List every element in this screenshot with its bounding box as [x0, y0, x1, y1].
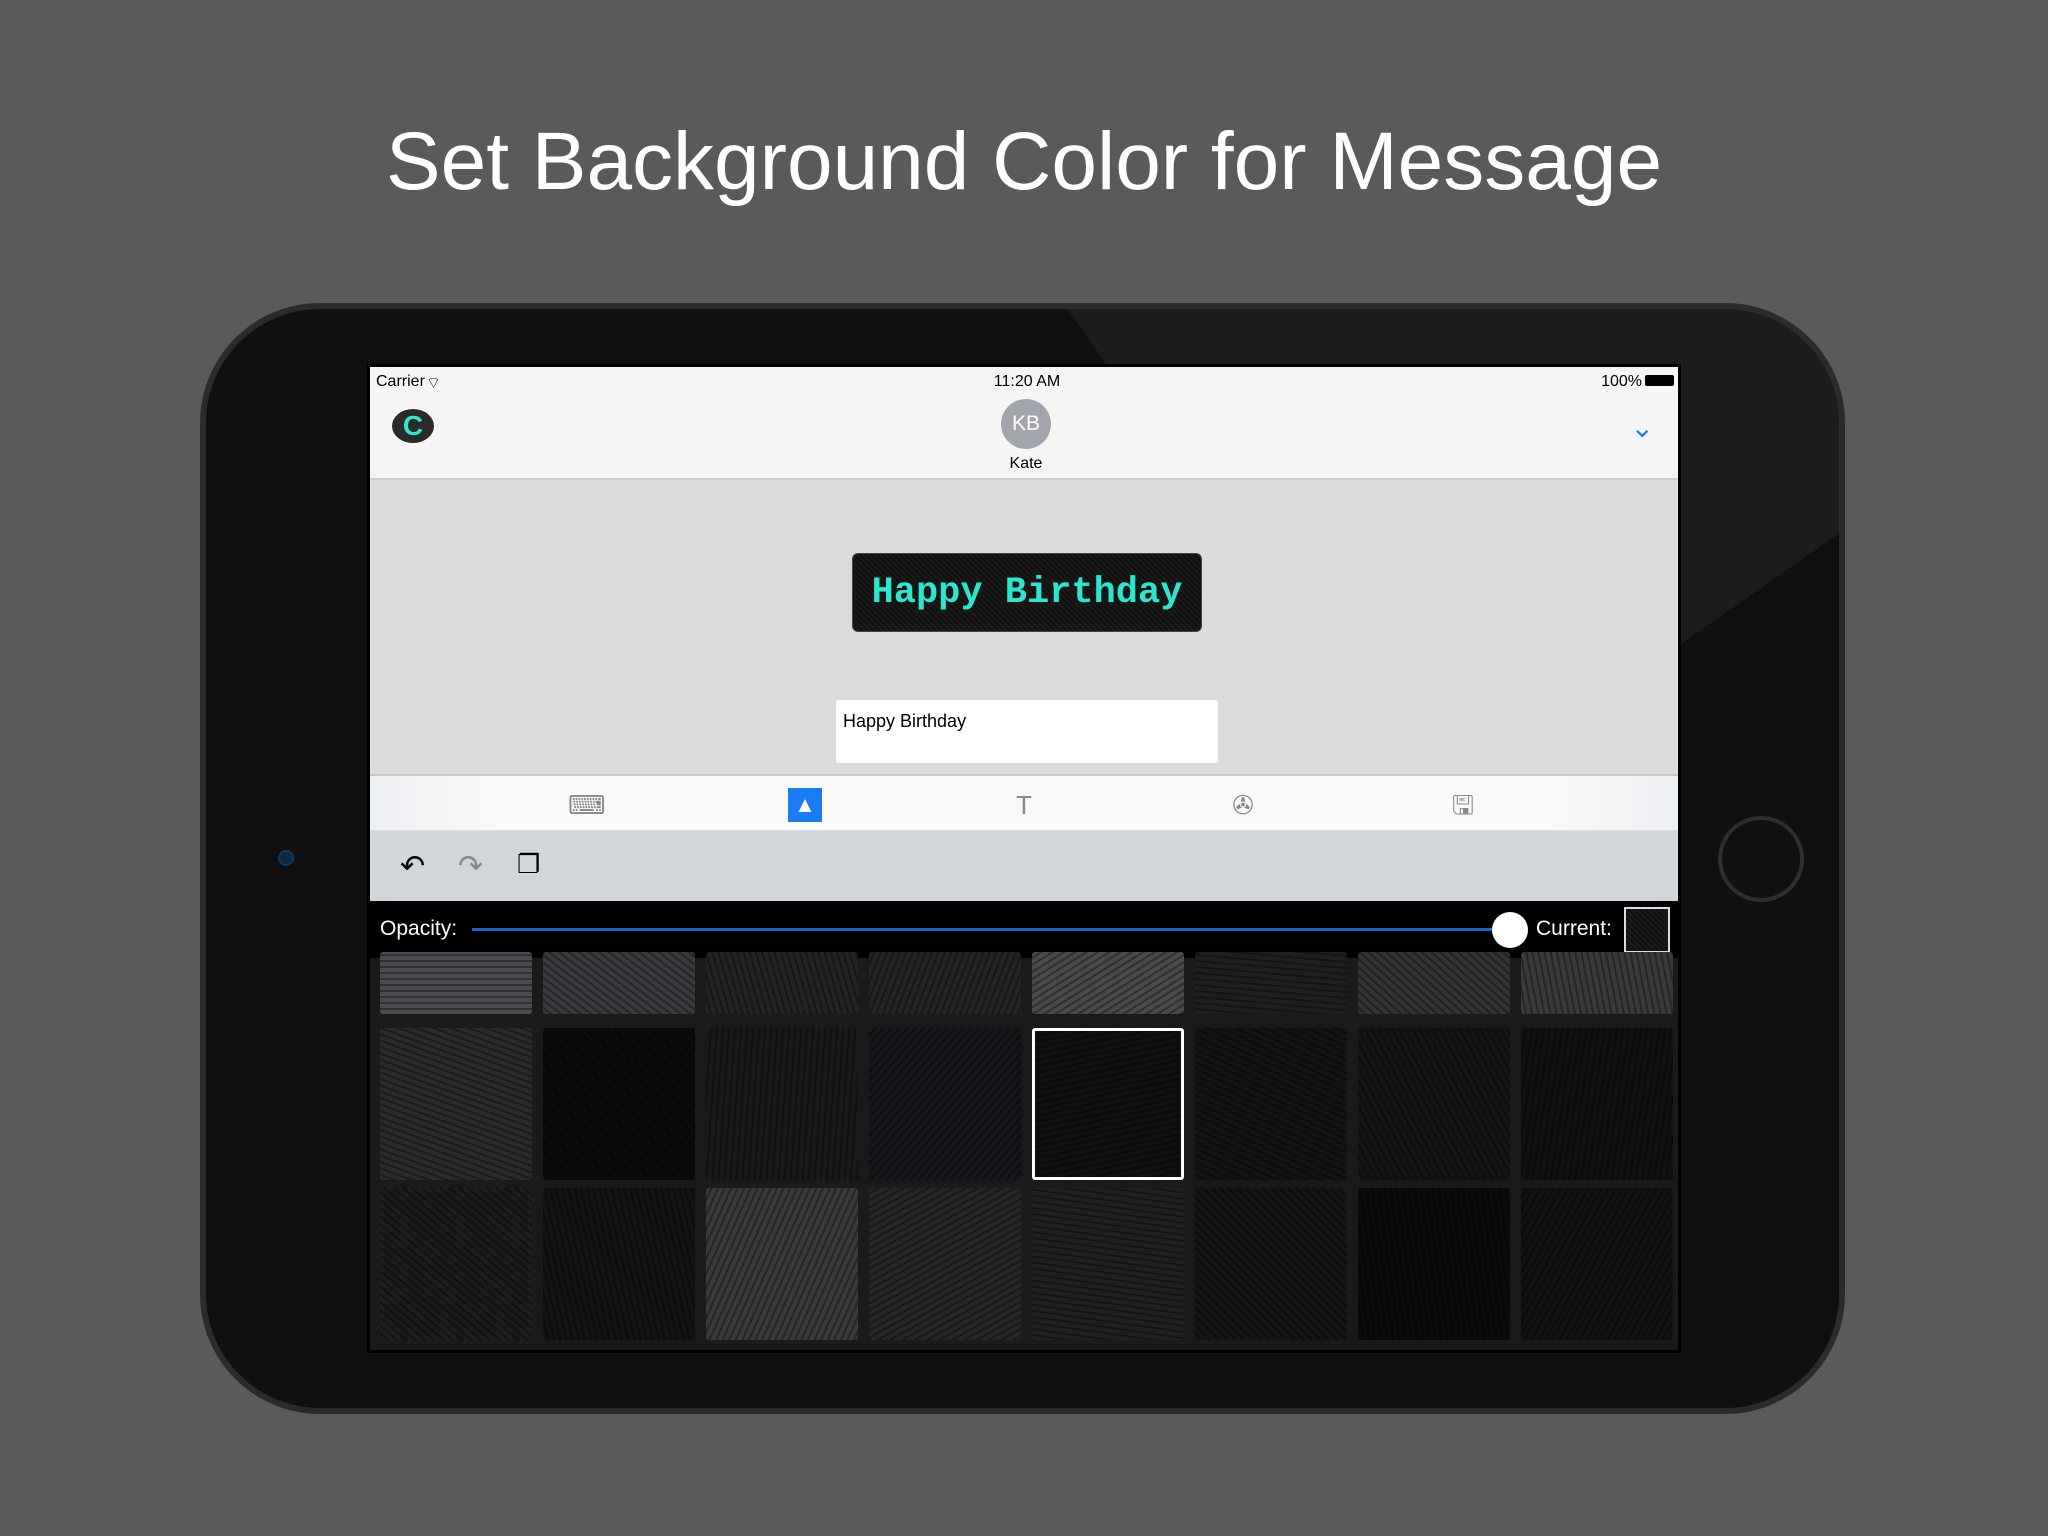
background-tile[interactable]: [1521, 1028, 1673, 1180]
background-tile[interactable]: [543, 1188, 695, 1340]
app-icon[interactable]: C: [392, 409, 434, 443]
nav-bar: C KB Kate ⌄: [370, 393, 1678, 480]
copy-icon[interactable]: ❐: [517, 849, 540, 880]
background-tile[interactable]: [380, 952, 532, 1014]
background-tile[interactable]: [706, 1028, 858, 1180]
avatar[interactable]: KB: [1001, 399, 1051, 449]
current-swatch: [1624, 907, 1670, 953]
screen: Carrier ⌔ 11:20 AM 100% C KB Kate ⌄ Happ…: [367, 364, 1681, 1353]
headline: Set Background Color for Message: [385, 116, 1663, 207]
background-tile[interactable]: [1032, 1028, 1184, 1180]
message-bubble: Happy Birthday: [852, 553, 1202, 632]
background-tile[interactable]: [1195, 1028, 1347, 1180]
background-tile[interactable]: [1358, 1188, 1510, 1340]
background-tile[interactable]: [380, 1188, 532, 1340]
background-tile[interactable]: [706, 1188, 858, 1340]
background-tile[interactable]: [543, 1028, 695, 1180]
background-tile[interactable]: [1032, 952, 1184, 1014]
save-icon[interactable]: 🖫: [1446, 788, 1480, 822]
film-reel-icon[interactable]: ✇: [1226, 788, 1260, 822]
keyboard-icon[interactable]: ⌨: [568, 788, 606, 822]
opacity-bar: Opacity: Current:: [370, 901, 1678, 958]
background-tile[interactable]: [1521, 952, 1673, 1014]
opacity-slider-thumb[interactable]: [1492, 912, 1528, 948]
background-tile[interactable]: [543, 952, 695, 1014]
image-icon[interactable]: ▲: [788, 788, 822, 822]
message-input[interactable]: Happy Birthday: [836, 700, 1218, 763]
opacity-slider[interactable]: [472, 928, 1516, 931]
redo-icon[interactable]: ↷: [458, 849, 483, 884]
message-area: Happy Birthday Happy Birthday: [370, 480, 1678, 774]
time: 11:20 AM: [993, 373, 1061, 390]
carrier: Carrier: [376, 373, 425, 390]
camera: [278, 850, 294, 866]
contact-name: Kate: [1009, 455, 1043, 472]
text-icon[interactable]: T: [1007, 788, 1041, 822]
background-tile[interactable]: [1358, 952, 1510, 1014]
background-tile[interactable]: [1521, 1188, 1673, 1340]
background-grid: [370, 952, 1678, 1350]
undo-icon[interactable]: ↶: [400, 849, 425, 884]
background-tile[interactable]: [1195, 952, 1347, 1014]
battery-percent: 100%: [1601, 373, 1642, 390]
edit-bar: ↶ ↷ ❐: [370, 831, 1678, 901]
background-tile[interactable]: [1032, 1188, 1184, 1340]
background-tile[interactable]: [706, 952, 858, 1014]
toolbar: ⌨ ▲ T ✇ 🖫: [370, 774, 1678, 831]
background-tile[interactable]: [1195, 1188, 1347, 1340]
background-tile[interactable]: [380, 1028, 532, 1180]
chevron-down-icon[interactable]: ⌄: [1631, 411, 1654, 444]
status-bar: Carrier ⌔ 11:20 AM 100%: [370, 367, 1678, 393]
background-tile[interactable]: [869, 1188, 1021, 1340]
background-tile[interactable]: [1358, 1028, 1510, 1180]
background-tile[interactable]: [869, 952, 1021, 1014]
wifi-icon: ⌔: [426, 375, 442, 392]
background-tile[interactable]: [869, 1028, 1021, 1180]
opacity-label: Opacity:: [380, 917, 458, 940]
home-button[interactable]: [1718, 816, 1804, 902]
battery-icon: [1645, 375, 1674, 386]
current-label: Current:: [1536, 917, 1612, 940]
